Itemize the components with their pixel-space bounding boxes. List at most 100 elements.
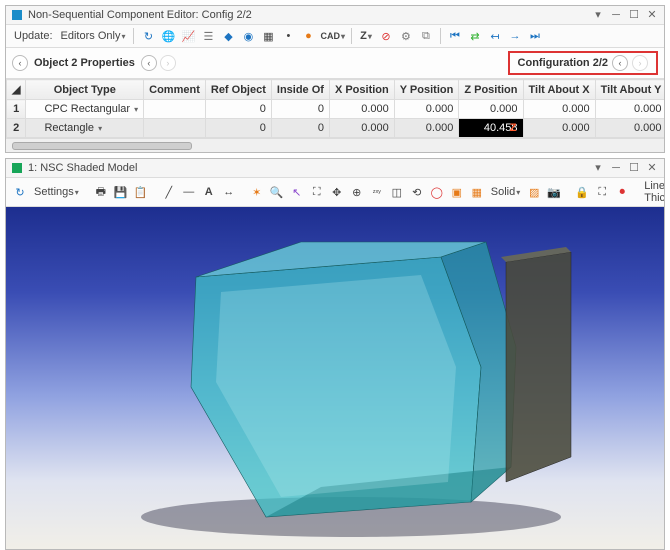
record-icon[interactable]: ⏺ (614, 183, 630, 201)
horizontal-scrollbar[interactable] (6, 138, 664, 152)
editor-titlebar: Non-Sequential Component Editor: Config … (6, 6, 664, 25)
table-row[interactable]: 2 Rectangle ▾ 0 0 0.000 0.000 40.458Z 0.… (7, 119, 665, 138)
settings-dropdown[interactable]: Settings▾ (32, 186, 81, 198)
col-z-position[interactable]: Z Position (459, 80, 523, 100)
viewport-3d[interactable] (6, 207, 664, 549)
dash-icon[interactable]: — (181, 183, 197, 201)
box3d-icon[interactable]: ▣ (449, 183, 465, 201)
material-icon[interactable]: ▨ (526, 183, 542, 201)
world-icon[interactable]: 🌐 (160, 27, 176, 45)
double-arrow-icon[interactable]: ↔ (221, 183, 237, 201)
save-icon[interactable]: 💾 (113, 183, 129, 201)
cell-ty[interactable]: 0.000 (595, 100, 664, 119)
cell-x[interactable]: 0.000 (329, 119, 394, 138)
cell-tx[interactable]: 0.000 (523, 100, 595, 119)
object-rectangle (501, 247, 571, 482)
col-inside-of[interactable]: Inside Of (271, 80, 329, 100)
pin-icon[interactable]: ▾ (592, 9, 604, 21)
refresh-icon[interactable]: ↻ (12, 183, 28, 201)
render-mode-dropdown[interactable]: Solid▾ (489, 186, 522, 198)
config-prev-button[interactable]: ‹ (612, 55, 628, 71)
perspective-icon[interactable]: ◫ (389, 183, 405, 201)
text-tool-icon[interactable]: A (201, 183, 217, 201)
row-number[interactable]: 1 (7, 100, 26, 119)
rotate-icon[interactable]: ⟲ (409, 183, 425, 201)
maximize-icon[interactable]: ☐ (628, 9, 640, 21)
camera-icon[interactable]: 📷 (546, 183, 562, 201)
refresh-icon[interactable]: ↻ (140, 27, 156, 45)
cell-object-type[interactable]: CPC Rectangular ▾ (26, 100, 144, 119)
no-entry-icon[interactable]: ⊘ (378, 27, 394, 45)
red-circle-icon[interactable]: ◯ (429, 183, 445, 201)
minimize-icon[interactable]: ─ (610, 162, 622, 174)
properties-prev-button[interactable]: ‹ (141, 55, 157, 71)
go-last-icon[interactable]: ⏭ (527, 27, 543, 45)
object-table: ◢ Object Type Comment Ref Object Inside … (6, 79, 664, 138)
line-icon[interactable]: ╱ (161, 183, 177, 201)
line-thickness-dropdown[interactable]: Line Thickness▾ (642, 180, 664, 204)
dot-icon[interactable]: • (280, 27, 296, 45)
cell-object-type[interactable]: Rectangle ▾ (26, 119, 144, 138)
expand-icon[interactable]: ⛶ (594, 183, 610, 201)
orb-icon[interactable]: ● (300, 27, 316, 45)
col-x-position[interactable]: X Position (329, 80, 394, 100)
chart-icon[interactable]: 📈 (180, 27, 196, 45)
cell-ty[interactable]: 0.000 (595, 119, 664, 138)
grid-icon[interactable]: ▦ (260, 27, 276, 45)
minimize-icon[interactable]: ─ (610, 9, 622, 21)
corner-cell[interactable]: ◢ (7, 80, 26, 100)
swap-icon[interactable]: ⇄ (467, 27, 483, 45)
cell-tx[interactable]: 0.000 (523, 119, 595, 138)
row-number[interactable]: 2 (7, 119, 26, 138)
object-prev-button[interactable]: ‹ (12, 55, 28, 71)
cell-inside[interactable]: 0 (271, 119, 329, 138)
cell-y[interactable]: 0.000 (394, 119, 459, 138)
col-tilt-y[interactable]: Tilt About Y (595, 80, 664, 100)
lock-icon[interactable]: 🔒 (574, 183, 590, 201)
gear-icon[interactable]: ⚙ (398, 27, 414, 45)
properties-next-button[interactable]: › (160, 55, 176, 71)
cube-icon[interactable]: ◉ (240, 27, 256, 45)
col-comment[interactable]: Comment (144, 80, 206, 100)
target-icon[interactable]: ✥ (329, 183, 345, 201)
config-next-button[interactable]: › (632, 55, 648, 71)
copy-icon[interactable]: ⧉ (418, 27, 434, 45)
hex-icon[interactable]: ◆ (220, 27, 236, 45)
arrow-right-icon[interactable]: → (507, 27, 523, 45)
configuration-selector: Configuration 2/2 ‹ › (508, 51, 658, 75)
close-icon[interactable]: ✕ (646, 9, 658, 21)
z-dropdown[interactable]: Z▾ (358, 27, 374, 45)
clipboard-icon[interactable]: 📋 (133, 183, 149, 201)
cursor-icon[interactable]: ↖ (289, 183, 305, 201)
cell-inside[interactable]: 0 (271, 100, 329, 119)
compass-icon[interactable]: ✶ (249, 183, 265, 201)
cell-x[interactable]: 0.000 (329, 100, 394, 119)
go-first-icon[interactable]: ⏮ (447, 27, 463, 45)
cell-comment[interactable] (144, 119, 206, 138)
cell-ref[interactable]: 0 (205, 100, 271, 119)
fit-icon[interactable]: ⛶ (309, 183, 325, 201)
shaded-icon[interactable]: ▦ (469, 183, 485, 201)
cad-dropdown[interactable]: CAD▾ (320, 27, 345, 45)
col-object-type[interactable]: Object Type (26, 80, 144, 100)
update-mode-dropdown[interactable]: Editors Only▾ (59, 30, 128, 42)
pin-icon[interactable]: ▾ (592, 162, 604, 174)
editor-toolbar: Update: Editors Only▾ ↻ 🌐 📈 ☰ ◆ ◉ ▦ • ● … (6, 25, 664, 48)
col-y-position[interactable]: Y Position (394, 80, 459, 100)
step-left-icon[interactable]: ↤ (487, 27, 503, 45)
grid-settings-icon[interactable]: ☰ (200, 27, 216, 45)
rotate-xyz-icon[interactable]: ᶻˣʸ (369, 183, 385, 201)
col-ref-object[interactable]: Ref Object (205, 80, 271, 100)
close-icon[interactable]: ✕ (646, 162, 658, 174)
col-tilt-x[interactable]: Tilt About X (523, 80, 595, 100)
cell-ref[interactable]: 0 (205, 119, 271, 138)
zoom-icon[interactable]: 🔍 (269, 183, 285, 201)
print-icon[interactable]: 🖶 (93, 183, 109, 201)
maximize-icon[interactable]: ☐ (628, 162, 640, 174)
cell-y[interactable]: 0.000 (394, 100, 459, 119)
cell-z[interactable]: 0.000 (459, 100, 523, 119)
table-row[interactable]: 1 CPC Rectangular ▾ 0 0 0.000 0.000 0.00… (7, 100, 665, 119)
cell-z-selected[interactable]: 40.458Z (459, 119, 523, 138)
cell-comment[interactable] (144, 100, 206, 119)
magnify-icon[interactable]: ⊕ (349, 183, 365, 201)
